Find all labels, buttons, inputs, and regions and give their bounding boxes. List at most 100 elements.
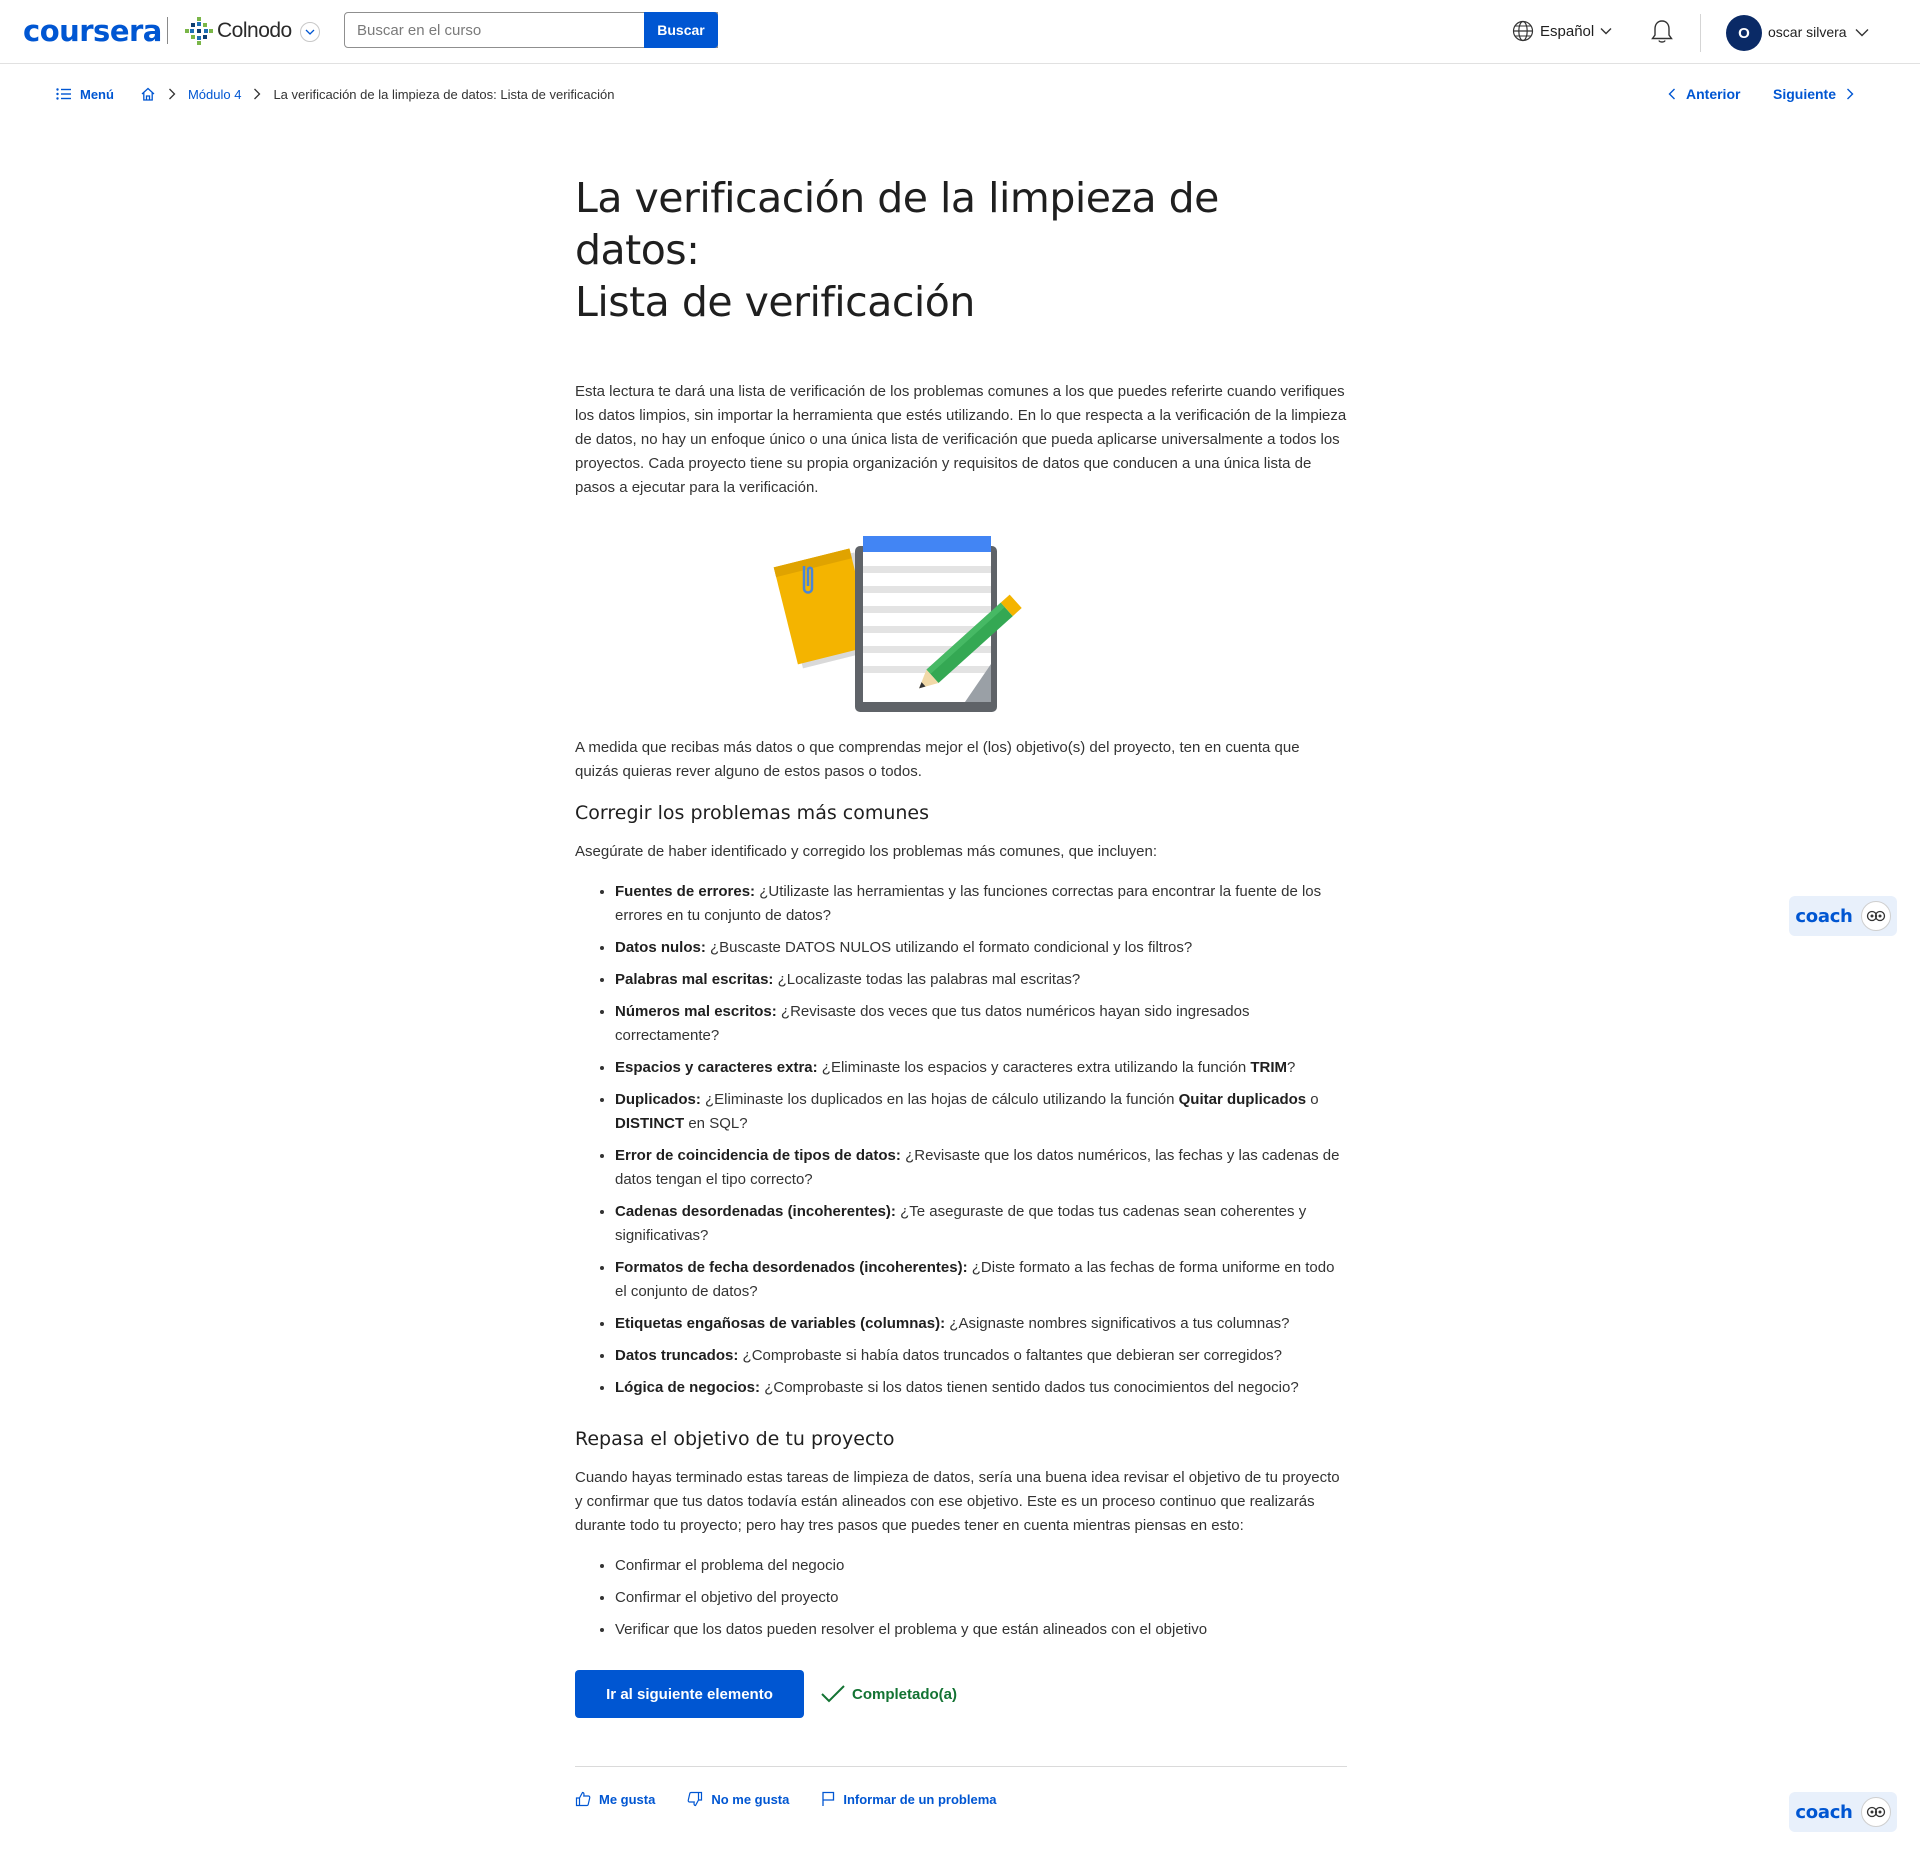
coach-label: coach bbox=[1795, 905, 1853, 927]
item-term: Etiquetas engañosas de variables (column… bbox=[615, 1315, 946, 1332]
item-term: Fuentes de errores: bbox=[615, 883, 756, 900]
menu-toggle[interactable]: Menú bbox=[56, 87, 114, 102]
chevron-right-icon bbox=[168, 88, 176, 100]
list-item: Error de coincidencia de tipos de datos:… bbox=[615, 1144, 1347, 1192]
item-text: ¿Asignaste nombres significativos a tus … bbox=[945, 1315, 1290, 1332]
steps-list: Confirmar el problema del negocio Confir… bbox=[575, 1554, 1347, 1642]
search-button[interactable]: Buscar bbox=[644, 12, 718, 48]
chevron-down-icon[interactable] bbox=[300, 22, 320, 42]
section-heading-project-goal: Repasa el objetivo de tu proyecto bbox=[575, 1428, 895, 1450]
partner-name: Colnodo bbox=[217, 19, 292, 42]
thumbs-up-icon bbox=[575, 1791, 591, 1807]
list-item: Etiquetas engañosas de variables (column… bbox=[615, 1312, 1347, 1336]
item-term: Palabras mal escritas: bbox=[615, 971, 774, 988]
item-term: Cadenas desordenadas (incoherentes): bbox=[615, 1203, 896, 1220]
user-name: oscar silvera bbox=[1768, 24, 1847, 40]
item-keyword: DISTINCT bbox=[615, 1115, 685, 1132]
flag-icon bbox=[822, 1791, 835, 1806]
feedback-bar: Me gusta No me gusta Informar de un prob… bbox=[575, 1791, 1347, 1807]
coach-label: coach bbox=[1795, 1801, 1853, 1823]
item-text: ? bbox=[1287, 1059, 1296, 1076]
item-text: ¿Comprobaste si los datos tienen sentido… bbox=[760, 1379, 1299, 1396]
notifications-button[interactable] bbox=[1650, 19, 1674, 50]
chevron-right-icon bbox=[1847, 88, 1854, 100]
next-item-button[interactable]: Siguiente bbox=[1773, 86, 1854, 102]
like-label: Me gusta bbox=[599, 1791, 656, 1807]
go-to-next-item-button[interactable]: Ir al siguiente elemento bbox=[575, 1670, 804, 1718]
chevron-down-icon bbox=[1855, 28, 1869, 36]
breadcrumb-module[interactable]: Módulo 4 bbox=[188, 87, 241, 102]
list-item: Confirmar el objetivo del proyecto bbox=[615, 1586, 1347, 1610]
intro-paragraph: Esta lectura te dará una lista de verifi… bbox=[575, 383, 1347, 496]
item-term: Lógica de negocios: bbox=[615, 1379, 761, 1396]
avatar[interactable]: O bbox=[1726, 15, 1762, 51]
section-heading-common-problems: Corregir los problemas más comunes bbox=[575, 802, 930, 824]
list-item: Confirmar el problema del negocio bbox=[615, 1554, 1347, 1578]
menu-label: Menú bbox=[80, 86, 114, 102]
home-icon[interactable] bbox=[140, 86, 156, 102]
partner-logo[interactable]: Colnodo bbox=[184, 16, 320, 46]
item-text: ¿Localizaste todas las palabras mal escr… bbox=[773, 971, 1081, 988]
breadcrumb: Menú Módulo 4 La verificación de la limp… bbox=[56, 86, 615, 102]
next-label: Siguiente bbox=[1773, 86, 1837, 102]
colnodo-mark-icon bbox=[185, 17, 213, 45]
coach-eyes-icon bbox=[1860, 901, 1891, 931]
chevron-right-icon bbox=[254, 88, 261, 100]
section-paragraph: Cuando hayas terminado estas tareas de l… bbox=[575, 1469, 1340, 1534]
item-keyword: TRIM bbox=[1250, 1059, 1288, 1076]
item-keyword: Quitar duplicados bbox=[1178, 1091, 1307, 1108]
breadcrumb-current: La verificación de la limpieza de datos:… bbox=[273, 86, 615, 102]
item-term: Duplicados: bbox=[615, 1091, 701, 1108]
item-text: ¿Eliminaste los duplicados en las hojas … bbox=[700, 1091, 1179, 1108]
common-problems-list: Fuentes de errores: ¿Utilizaste las herr… bbox=[575, 880, 1347, 1400]
title-line-1: La verificación de la limpieza de datos: bbox=[575, 174, 1219, 274]
previous-label: Anterior bbox=[1686, 86, 1741, 102]
checklist-illustration bbox=[575, 528, 1347, 714]
menu-list-icon bbox=[56, 88, 71, 100]
user-menu[interactable]: oscar silvera bbox=[1768, 24, 1869, 40]
item-term: Espacios y caracteres extra: bbox=[615, 1059, 818, 1076]
report-problem-button[interactable]: Informar de un problema bbox=[821, 1791, 997, 1807]
item-text: ¿Comprobaste si había datos truncados o … bbox=[738, 1347, 1283, 1364]
item-text: o bbox=[1306, 1091, 1319, 1108]
like-button[interactable]: Me gusta bbox=[575, 1791, 655, 1807]
content-divider bbox=[575, 1766, 1347, 1767]
reading-content: La verificación de la limpieza de datos:… bbox=[575, 172, 1347, 1807]
thumbs-down-icon bbox=[687, 1791, 703, 1807]
language-selector[interactable]: Español bbox=[1512, 20, 1612, 42]
report-label: Informar de un problema bbox=[843, 1791, 997, 1807]
top-navigation-bar: coursera Colnodo Buscar Español O oscar … bbox=[0, 0, 1920, 64]
item-text: ¿Buscaste DATOS NULOS utilizando el form… bbox=[705, 939, 1193, 956]
completion-actions: Ir al siguiente elemento Completado(a) bbox=[575, 1670, 1347, 1718]
chevron-left-icon bbox=[1668, 88, 1675, 100]
list-item: Espacios y caracteres extra: ¿Eliminaste… bbox=[615, 1056, 1347, 1080]
list-item: Duplicados: ¿Eliminaste los duplicados e… bbox=[615, 1088, 1347, 1136]
item-text: en SQL? bbox=[684, 1115, 748, 1132]
dislike-button[interactable]: No me gusta bbox=[687, 1791, 789, 1807]
clipboard-pencil-illustration bbox=[773, 536, 1022, 712]
completed-status: Completado(a) bbox=[820, 1683, 957, 1705]
after-image-paragraph: A medida que recibas más datos o que com… bbox=[575, 739, 1300, 780]
list-item: Datos truncados: ¿Comprobaste si había d… bbox=[615, 1344, 1347, 1368]
list-item: Formatos de fecha desordenados (incohere… bbox=[615, 1256, 1347, 1304]
item-term: Números mal escritos: bbox=[615, 1003, 777, 1020]
list-item: Palabras mal escritas: ¿Localizaste toda… bbox=[615, 968, 1347, 992]
logo-divider bbox=[167, 17, 168, 44]
header-divider bbox=[1700, 14, 1701, 52]
item-text: ¿Eliminaste los espacios y caracteres ex… bbox=[817, 1059, 1251, 1076]
dislike-label: No me gusta bbox=[711, 1791, 790, 1807]
language-label: Español bbox=[1540, 22, 1595, 40]
item-term: Formatos de fecha desordenados (incohere… bbox=[615, 1259, 968, 1276]
list-item: Verificar que los datos pueden resolver … bbox=[615, 1618, 1347, 1642]
coursera-logo[interactable]: coursera bbox=[23, 14, 162, 48]
globe-icon bbox=[1512, 20, 1534, 42]
list-item: Lógica de negocios: ¿Comprobaste si los … bbox=[615, 1376, 1347, 1400]
bell-icon bbox=[1651, 20, 1673, 43]
coach-button[interactable]: coach bbox=[1789, 1792, 1897, 1832]
coach-button[interactable]: coach bbox=[1789, 896, 1897, 936]
completed-label: Completado(a) bbox=[852, 1685, 957, 1703]
previous-item-button[interactable]: Anterior bbox=[1668, 86, 1740, 102]
item-term: Error de coincidencia de tipos de datos: bbox=[615, 1147, 901, 1164]
list-item: Números mal escritos: ¿Revisaste dos vec… bbox=[615, 1000, 1347, 1048]
checkmark-icon bbox=[821, 1685, 845, 1703]
